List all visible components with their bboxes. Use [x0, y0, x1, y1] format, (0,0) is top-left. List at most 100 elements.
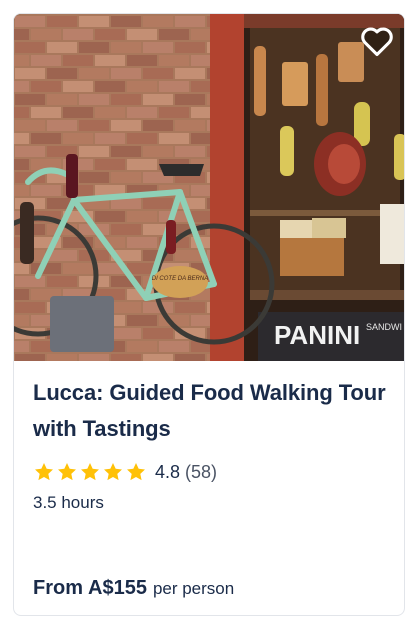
brick: [143, 198, 173, 209]
wooden-crate: [280, 236, 344, 276]
heart-outline-icon: [361, 27, 393, 57]
brick: [15, 16, 45, 27]
brick: [111, 224, 141, 235]
brick: [15, 68, 45, 79]
brick: [127, 133, 157, 144]
favorite-button[interactable]: [358, 22, 396, 60]
brick: [143, 328, 173, 339]
brick: [111, 354, 141, 361]
brick: [127, 55, 157, 66]
brick: [14, 315, 29, 326]
brick: [79, 146, 109, 157]
activity-duration: 3.5 hours: [33, 493, 104, 512]
brick: [111, 94, 141, 105]
brick: [15, 354, 45, 361]
brick: [111, 120, 141, 131]
brick: [95, 133, 125, 144]
brick: [95, 107, 125, 118]
brick: [47, 16, 77, 27]
brick: [47, 354, 77, 361]
brick: [159, 341, 189, 352]
brick: [95, 211, 125, 222]
brick: [143, 146, 173, 157]
brick: [14, 289, 29, 300]
brick: [159, 29, 189, 40]
brick: [143, 120, 173, 131]
brick: [47, 276, 77, 287]
brick: [175, 68, 205, 79]
brick: [127, 81, 157, 92]
rating-row: 4.8 (58): [33, 459, 387, 485]
brick: [14, 55, 29, 66]
brick: [159, 133, 189, 144]
price-unit: per person: [152, 579, 235, 598]
brick: [79, 16, 109, 27]
brick: [143, 68, 173, 79]
brick: [31, 29, 61, 40]
activity-title[interactable]: Lucca: Guided Food Walking Tour with Tas…: [33, 361, 387, 447]
brick: [143, 16, 173, 27]
brick: [159, 107, 189, 118]
brick: [175, 146, 205, 157]
rating-value: 4.8: [155, 461, 181, 482]
brick: [14, 159, 29, 170]
brick: [127, 29, 157, 40]
brick: [31, 55, 61, 66]
brick: [47, 42, 77, 53]
brick: [14, 29, 29, 40]
brick: [111, 16, 141, 27]
brick: [111, 172, 141, 183]
star-icon: [35, 463, 53, 481]
brick: [14, 133, 29, 144]
brick: [143, 42, 173, 53]
brick: [95, 55, 125, 66]
brick: [31, 185, 61, 196]
brick: [95, 29, 125, 40]
brick: [95, 159, 125, 170]
activity-card[interactable]: PANINI SANDWI DI COTE DA BERNA Lucca: Gu…: [13, 13, 405, 616]
brick: [111, 146, 141, 157]
brick: [159, 81, 189, 92]
brick: [15, 146, 45, 157]
brick: [14, 185, 29, 196]
price-amount: A$155: [88, 577, 147, 599]
review-count[interactable]: (58): [185, 462, 217, 483]
panini-sign-text: PANINI: [274, 320, 360, 350]
brick: [31, 133, 61, 144]
activity-photo[interactable]: PANINI SANDWI DI COTE DA BERNA: [14, 14, 404, 361]
brick: [143, 94, 173, 105]
brick: [127, 211, 157, 222]
brick: [175, 42, 205, 53]
price-row: From A$155 per person: [33, 577, 234, 600]
brick: [63, 81, 93, 92]
brick: [95, 81, 125, 92]
star-icon: [58, 463, 76, 481]
brick: [175, 354, 205, 361]
bike-sign-text: DI COTE DA BERNA: [152, 276, 208, 282]
brick: [47, 94, 77, 105]
brick: [79, 354, 109, 361]
star-icon: [104, 463, 122, 481]
brick: [175, 16, 205, 27]
wall-plaque: [50, 296, 114, 352]
brick: [159, 55, 189, 66]
brick: [79, 68, 109, 79]
brick: [14, 81, 29, 92]
brick: [15, 42, 45, 53]
price-prefix: From: [33, 577, 83, 599]
brick: [127, 107, 157, 118]
star-icon: [127, 463, 145, 481]
red-pillar: [210, 14, 244, 361]
brick: [14, 341, 29, 352]
brick: [111, 302, 141, 313]
brick: [15, 120, 45, 131]
brick: [14, 107, 29, 118]
brick: [31, 107, 61, 118]
brick: [111, 328, 141, 339]
brick: [127, 341, 157, 352]
brick: [127, 237, 157, 248]
brick: [111, 68, 141, 79]
brick: [175, 94, 205, 105]
brick: [127, 159, 157, 170]
brick: [31, 81, 61, 92]
